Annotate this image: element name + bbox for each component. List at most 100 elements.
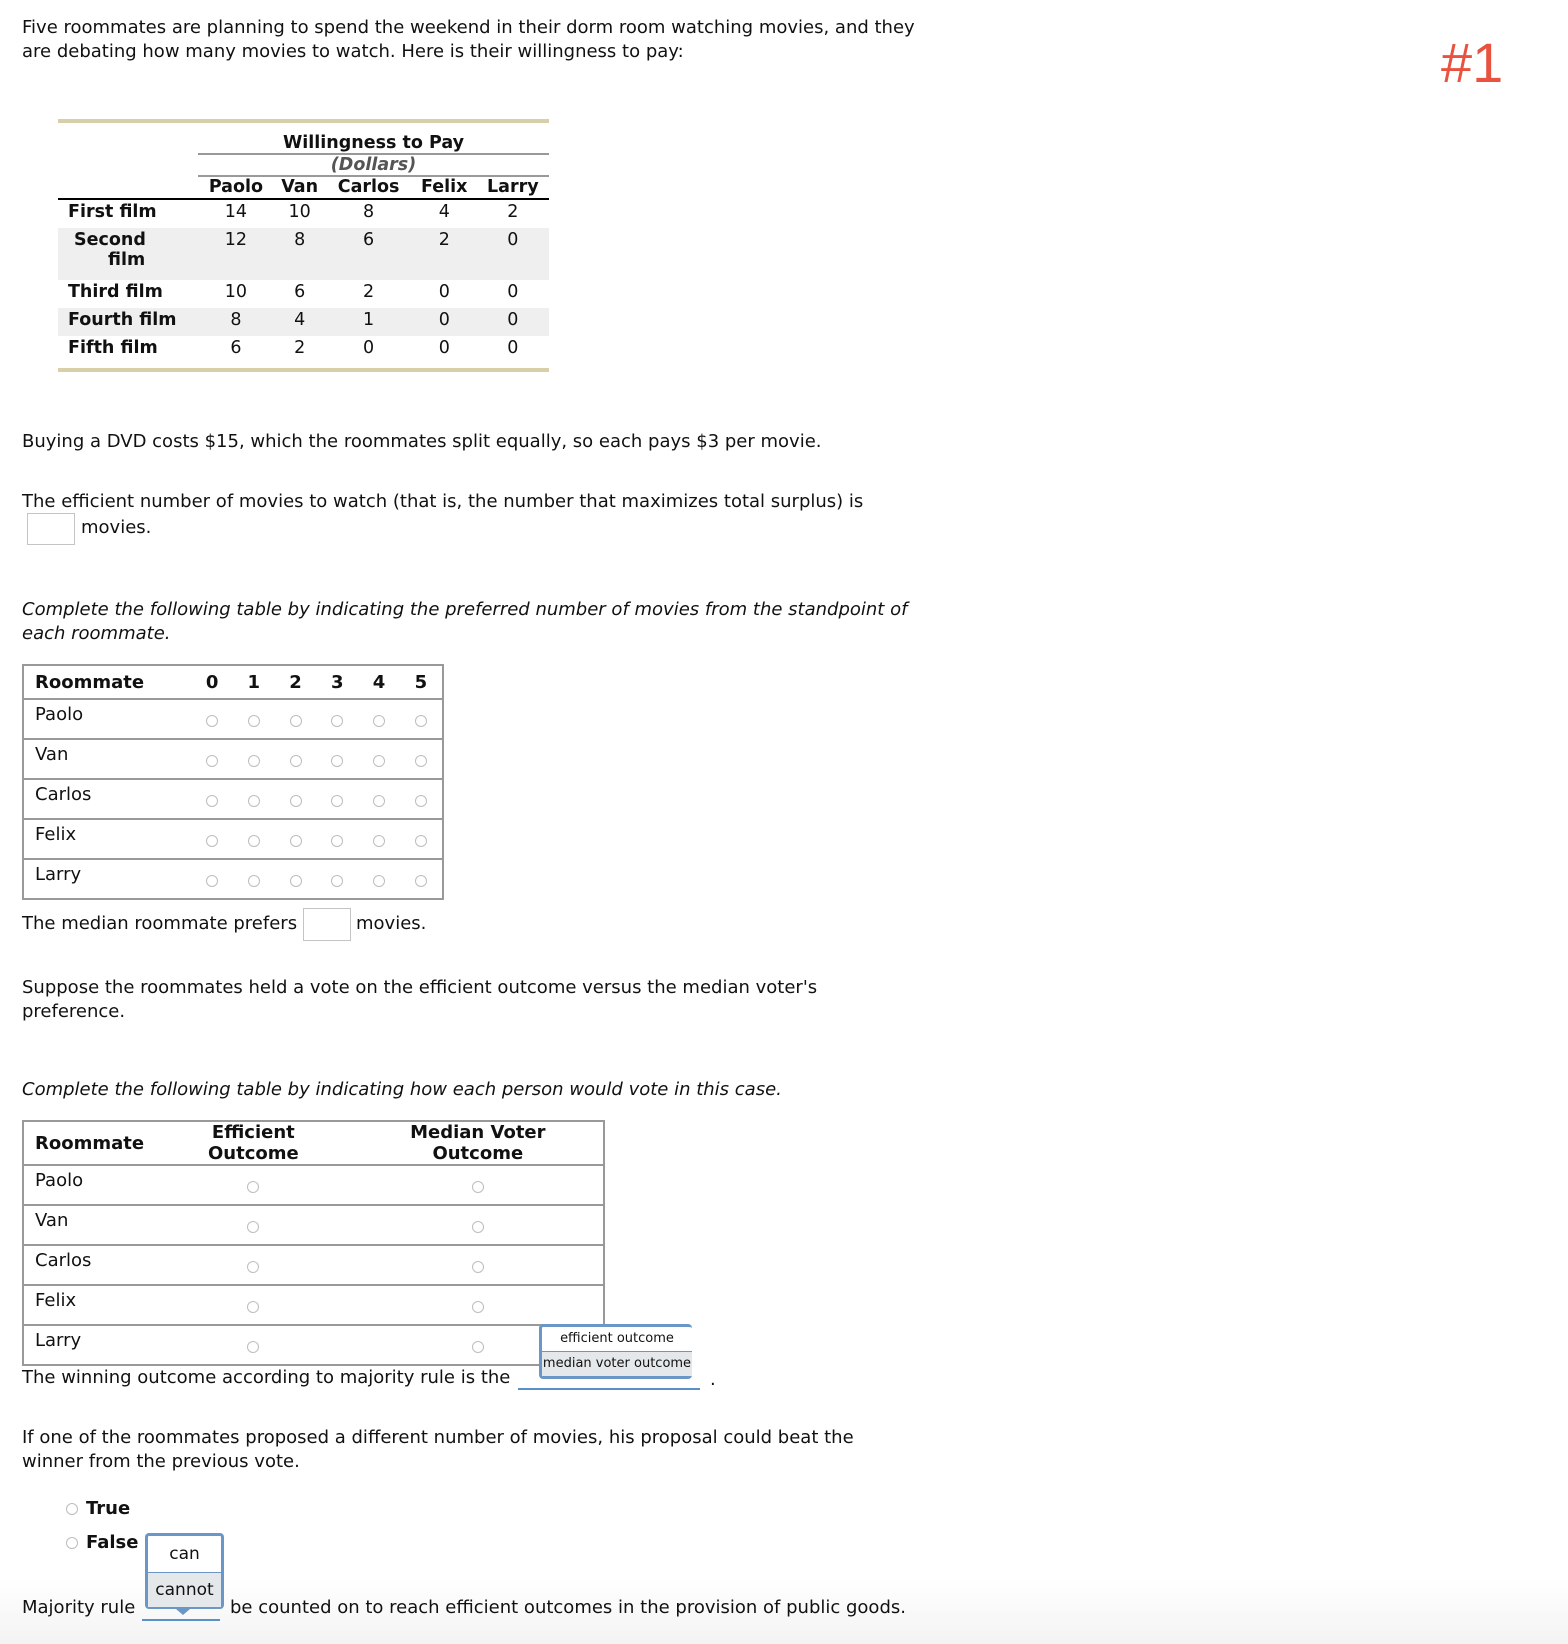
majority-question-text: Majority rule bbox=[22, 1597, 136, 1618]
radio-button[interactable] bbox=[373, 794, 386, 807]
radio-button[interactable] bbox=[206, 794, 219, 807]
radio-button[interactable] bbox=[414, 714, 427, 727]
table-row: Third film 10 6 2 0 0 bbox=[68, 282, 519, 302]
radio-button[interactable] bbox=[247, 1300, 260, 1313]
table-row: Fifth film 6 2 0 0 0 bbox=[68, 338, 519, 358]
radio-button[interactable] bbox=[289, 874, 302, 887]
radio-button[interactable] bbox=[289, 834, 302, 847]
radio-button[interactable] bbox=[66, 1503, 78, 1515]
column-header: Felix bbox=[411, 176, 477, 200]
radio-button[interactable] bbox=[206, 714, 219, 727]
radio-button[interactable] bbox=[331, 874, 344, 887]
can-cannot-select[interactable] bbox=[142, 1619, 220, 1621]
column-header: 2 bbox=[289, 671, 302, 693]
radio-button[interactable] bbox=[471, 1180, 484, 1193]
radio-button[interactable] bbox=[289, 714, 302, 727]
radio-button[interactable] bbox=[331, 794, 344, 807]
table-caption: Willingness to Pay bbox=[198, 123, 549, 155]
table-row: Felix bbox=[23, 1284, 604, 1325]
vote-table: Roommate Efficient Outcome Median Voter … bbox=[22, 1120, 605, 1366]
table-row: Fourth film 8 4 1 0 0 bbox=[58, 308, 549, 336]
radio-button[interactable] bbox=[247, 834, 260, 847]
radio-button[interactable] bbox=[471, 1300, 484, 1313]
radio-button[interactable] bbox=[247, 874, 260, 887]
radio-button[interactable] bbox=[414, 874, 427, 887]
winning-question-text: The winning outcome according to majorit… bbox=[22, 1367, 511, 1388]
intro-text: Five roommates are planning to spend the… bbox=[22, 17, 915, 62]
median-number-input[interactable] bbox=[303, 908, 351, 941]
radio-button[interactable] bbox=[414, 834, 427, 847]
table-row: Felix bbox=[23, 818, 443, 859]
radio-button[interactable] bbox=[471, 1220, 484, 1233]
efficient-suffix: movies. bbox=[81, 517, 152, 538]
false-option[interactable]: False bbox=[66, 1532, 138, 1553]
column-header: 4 bbox=[372, 671, 386, 693]
table-row: Second film 12 8 6 2 0 bbox=[58, 228, 549, 280]
radio-button[interactable] bbox=[247, 1260, 260, 1273]
table-row: First film 14 10 8 4 2 bbox=[68, 202, 519, 222]
radio-button[interactable] bbox=[414, 754, 427, 767]
median-suffix: movies. bbox=[356, 913, 427, 934]
column-header: 0 bbox=[205, 671, 219, 693]
radio-button[interactable] bbox=[206, 834, 219, 847]
radio-button[interactable] bbox=[331, 714, 344, 727]
table-subcaption: (Dollars) bbox=[198, 154, 549, 177]
radio-button[interactable] bbox=[373, 834, 386, 847]
winning-outcome-dropdown: efficient outcome median voter outcome bbox=[539, 1324, 692, 1379]
median-question-text: The median roommate prefers bbox=[22, 913, 298, 934]
can-cannot-dropdown: can cannot bbox=[145, 1533, 224, 1609]
column-header: Larry bbox=[476, 176, 549, 200]
preference-instructions: Complete the following table by indicati… bbox=[22, 599, 908, 644]
radio-button[interactable] bbox=[206, 754, 219, 767]
column-header: Carlos bbox=[325, 176, 412, 200]
radio-button[interactable] bbox=[206, 874, 219, 887]
table-row: Van bbox=[23, 1204, 604, 1245]
willingness-to-pay-table: Willingness to Pay (Dollars) Paolo Van C… bbox=[58, 119, 549, 372]
radio-button[interactable] bbox=[289, 794, 302, 807]
efficient-question-text: The efficient number of movies to watch … bbox=[22, 491, 864, 512]
vote-text: Suppose the roommates held a vote on the… bbox=[22, 977, 818, 1022]
column-header: Roommate bbox=[35, 1132, 145, 1154]
table-bottom-rule bbox=[58, 368, 549, 372]
radio-button[interactable] bbox=[247, 1220, 260, 1233]
dropdown-option-efficient[interactable]: efficient outcome bbox=[542, 1327, 692, 1351]
radio-button[interactable] bbox=[471, 1260, 484, 1273]
efficient-number-input[interactable] bbox=[27, 513, 75, 545]
question-number-badge: #1 bbox=[1441, 31, 1504, 94]
dropdown-option-cannot[interactable]: cannot bbox=[148, 1572, 221, 1607]
column-header: Roommate bbox=[35, 671, 145, 693]
radio-button[interactable] bbox=[373, 754, 386, 767]
column-header: Paolo bbox=[198, 176, 274, 200]
radio-button[interactable] bbox=[414, 794, 427, 807]
table-row: Larry bbox=[23, 1324, 604, 1365]
radio-button[interactable] bbox=[373, 714, 386, 727]
table-row: Paolo bbox=[23, 1164, 604, 1205]
radio-button[interactable] bbox=[331, 834, 344, 847]
vote-instructions: Complete the following table by indicati… bbox=[22, 1079, 782, 1100]
radio-button[interactable] bbox=[373, 874, 386, 887]
radio-button[interactable] bbox=[247, 754, 260, 767]
cost-text: Buying a DVD costs $15, which the roomma… bbox=[22, 431, 822, 452]
radio-button[interactable] bbox=[247, 794, 260, 807]
winning-outcome-select[interactable] bbox=[518, 1388, 700, 1390]
dropdown-caret-icon bbox=[176, 1609, 190, 1615]
dropdown-option-median-voter[interactable]: median voter outcome bbox=[542, 1351, 692, 1376]
table-row: Van bbox=[23, 738, 443, 779]
dropdown-option-can[interactable]: can bbox=[148, 1536, 221, 1572]
radio-button[interactable] bbox=[289, 754, 302, 767]
majority-suffix: be counted on to reach efficient outcome… bbox=[230, 1597, 906, 1618]
table-row: Larry bbox=[23, 858, 443, 899]
table-row: Carlos bbox=[23, 1244, 604, 1285]
table-row: Paolo bbox=[23, 698, 443, 739]
radio-button[interactable] bbox=[471, 1340, 484, 1353]
radio-button[interactable] bbox=[247, 714, 260, 727]
proposal-text: If one of the roommates proposed a diffe… bbox=[22, 1427, 854, 1472]
radio-button[interactable] bbox=[331, 754, 344, 767]
column-header: Van bbox=[273, 176, 326, 200]
table-row: Carlos bbox=[23, 778, 443, 819]
true-option[interactable]: True bbox=[66, 1498, 130, 1519]
radio-button[interactable] bbox=[66, 1537, 78, 1549]
column-header: Median Voter Outcome bbox=[410, 1122, 546, 1164]
radio-button[interactable] bbox=[247, 1340, 260, 1353]
radio-button[interactable] bbox=[247, 1180, 260, 1193]
